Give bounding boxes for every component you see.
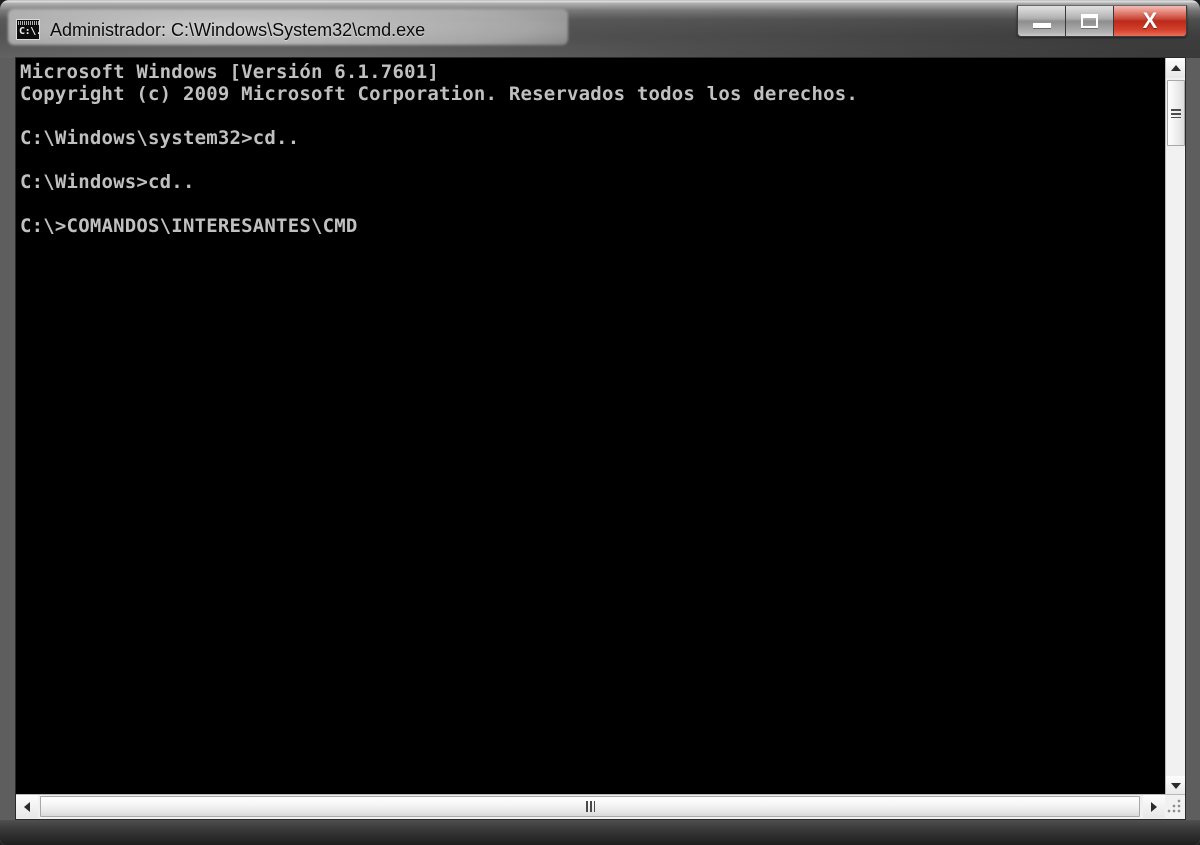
- scroll-thumb-grip: [585, 801, 595, 812]
- chevron-down-icon: [1171, 783, 1181, 789]
- console-line: Microsoft Windows [Versión 6.1.7601]: [20, 61, 440, 83]
- maximize-button[interactable]: [1066, 6, 1114, 36]
- console-line: Copyright (c) 2009 Microsoft Corporation…: [20, 83, 859, 105]
- scroll-thumb-grip: [1171, 108, 1181, 118]
- window-frame-bottom: [0, 820, 1200, 845]
- console-line: C:\Windows\system32>cd..: [20, 127, 300, 149]
- console-output[interactable]: Microsoft Windows [Versión 6.1.7601] Cop…: [16, 58, 1167, 796]
- minimize-icon: [1032, 22, 1051, 28]
- chevron-right-icon: [1151, 801, 1157, 812]
- minimize-button[interactable]: [1018, 6, 1066, 36]
- window-controls: X: [1017, 5, 1187, 37]
- scroll-left-arrow[interactable]: [16, 795, 38, 818]
- maximize-icon: [1081, 14, 1098, 28]
- vertical-scroll-thumb[interactable]: [1167, 80, 1185, 146]
- close-button[interactable]: X: [1114, 6, 1186, 36]
- console-line: C:\Windows>cd..: [20, 171, 195, 193]
- console-client-area: Microsoft Windows [Versión 6.1.7601] Cop…: [15, 57, 1186, 820]
- scroll-up-arrow[interactable]: [1166, 58, 1185, 78]
- console-line: C:\>COMANDOS\INTERESANTES\CMD: [20, 215, 358, 237]
- scroll-right-arrow[interactable]: [1143, 795, 1165, 818]
- horizontal-scroll-thumb[interactable]: [40, 796, 1140, 817]
- vertical-scrollbar[interactable]: [1165, 58, 1185, 796]
- cmd-icon[interactable]: C:\.: [16, 19, 40, 40]
- chevron-up-icon: [1171, 65, 1181, 71]
- scroll-down-arrow[interactable]: [1166, 776, 1185, 796]
- cmd-window: C:\. Administrador: C:\Windows\System32\…: [0, 0, 1200, 845]
- cmd-icon-label: C:\.: [19, 26, 40, 37]
- chevron-left-icon: [24, 801, 30, 812]
- close-icon: X: [1142, 8, 1158, 33]
- frame-gloss: [2, 1, 1198, 3]
- horizontal-scrollbar[interactable]: [16, 794, 1185, 819]
- resize-grip[interactable]: [1166, 796, 1185, 818]
- window-title: Administrador: C:\Windows\System32\cmd.e…: [50, 20, 426, 40]
